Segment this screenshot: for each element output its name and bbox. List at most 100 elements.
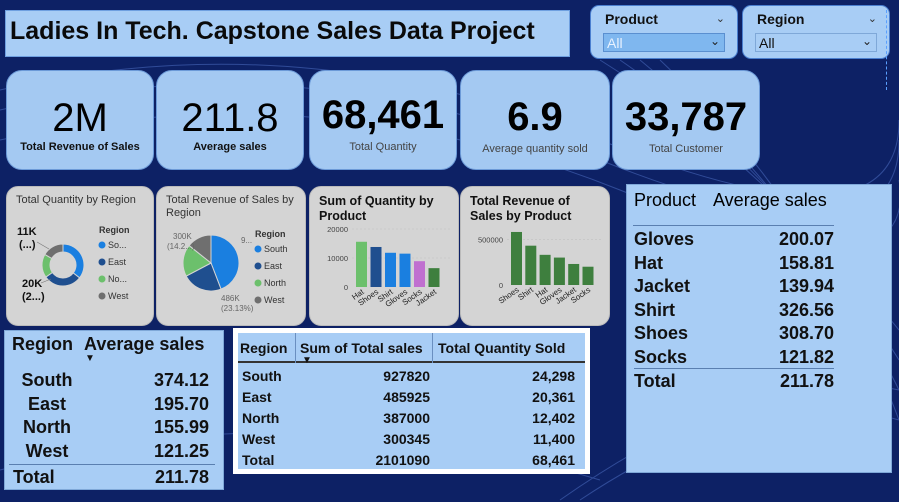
y-tick-label: 0 (344, 283, 348, 292)
bar-shoes (511, 231, 522, 285)
table-row[interactable]: Jacket 139.94 (634, 274, 834, 297)
chart-revenue-by-region[interactable]: Total Revenue of Sales by Region Region S… (156, 186, 306, 326)
kpi-average-sales[interactable]: 211.8 Average sales (156, 70, 304, 170)
bar-gloves (553, 257, 565, 285)
total-sales-value: 300345 (383, 431, 430, 447)
sort-desc-icon[interactable]: ▼ (302, 355, 312, 366)
average-sales-value: 211.78 (779, 371, 834, 391)
data-label: (2...) (22, 291, 45, 303)
average-sales-value: 200.07 (778, 229, 834, 249)
chart-quantity-by-region[interactable]: Total Quantity by Region Region So... East… (6, 186, 154, 326)
column-header-average-sales[interactable]: Average sales (713, 190, 827, 211)
table-row[interactable]: Gloves 200.07 (634, 227, 834, 250)
pie-chart[interactable]: Region South East North West 300K(14.2...) 9..… (157, 187, 307, 327)
region-slicer[interactable]: Region ⌄ All ⌄ (742, 5, 890, 59)
chevron-down-icon[interactable]: ⌄ (868, 12, 877, 25)
table-row[interactable]: Socks 121.82 (634, 345, 834, 368)
column-header-average-sales[interactable]: Average sales (84, 334, 204, 355)
table-row[interactable]: Shoes 308.70 (634, 321, 834, 344)
kpi-value: 6.9 (507, 95, 563, 139)
total-sales-value: 485925 (383, 389, 430, 405)
bar-chart[interactable]: 0500000ShoesShirtHatGlovesJacketSocks (461, 187, 611, 327)
legend-label: So... (108, 240, 127, 250)
chart-quantity-by-product[interactable]: Sum of Quantity by Product 0 10000 20000 Ha… (309, 186, 459, 326)
region-sales-table: Region Sum of Total sales ▼ Total Quanti… (233, 328, 590, 474)
average-sales-value: 308.70 (778, 323, 834, 343)
data-label: 486K (221, 294, 240, 303)
donut-chart[interactable]: Region So... East No... West 11K(...) 20K(2...… (7, 187, 155, 327)
table-total-row[interactable]: Total 211.78 (634, 368, 834, 391)
average-sales-value: 121.25 (153, 440, 209, 461)
column-header-quantity[interactable]: Total Quantity Sold (438, 340, 565, 356)
legend-title: Region (255, 229, 286, 239)
chart-revenue-by-product[interactable]: Total Revenue of Sales by Product 0 50000… (460, 186, 610, 326)
chevron-down-icon[interactable]: ⌄ (710, 34, 720, 48)
table-row[interactable]: West 121.25 (9, 439, 215, 462)
chevron-down-icon[interactable]: ⌄ (862, 34, 872, 48)
bar-jacket (428, 268, 440, 287)
kpi-total-revenue[interactable]: 2M Total Revenue of Sales (6, 70, 154, 170)
leader-line (36, 241, 50, 250)
table-row[interactable]: Shirt 326.56 (634, 298, 834, 321)
product-slicer-label: Product (605, 11, 658, 27)
bar-shirt (385, 252, 396, 287)
quantity-value: 12,402 (532, 410, 575, 426)
sort-desc-icon[interactable]: ▼ (85, 353, 95, 364)
legend-label: South (264, 244, 288, 254)
average-sales-value: 326.56 (778, 299, 834, 320)
data-label: (23.13%) (221, 304, 254, 313)
kpi-total-quantity[interactable]: 68,461 Total Quantity (309, 70, 457, 170)
column-header-region[interactable]: Region (12, 334, 73, 355)
page-title: Ladies In Tech. Capstone Sales Data Proj… (10, 17, 535, 45)
column-header-region[interactable]: Region (240, 340, 287, 356)
column-header-total-sales[interactable]: Sum of Total sales (300, 340, 423, 356)
average-sales-value: 158.81 (778, 252, 834, 273)
bar-chart[interactable]: 01000020000HatShoesShirtGlovesSocksJacke… (310, 187, 460, 327)
legend-marker (98, 275, 106, 283)
chevron-down-icon[interactable]: ⌄ (716, 12, 725, 25)
table-row[interactable]: South 927820 24,298 (238, 366, 585, 387)
y-tick-label: 10000 (327, 254, 348, 263)
product-slicer-dropdown[interactable]: All ⌄ (603, 33, 725, 52)
product-name: Socks (634, 346, 688, 367)
kpi-value: 2M (52, 96, 108, 140)
kpi-label: Average quantity sold (482, 143, 588, 155)
y-tick-label: 20000 (327, 225, 348, 234)
table-row[interactable]: South 374.12 (9, 368, 215, 391)
column-divider (295, 333, 296, 363)
table-row[interactable]: Hat 158.81 (634, 251, 834, 274)
total-sales-value: 927820 (383, 368, 430, 384)
data-label: 11K (17, 226, 37, 238)
table-total-row[interactable]: Total 2101090 68,461 (238, 450, 585, 471)
average-sales-value: 211.78 (154, 467, 209, 487)
total-sales-value: 2101090 (375, 452, 430, 468)
table-row[interactable]: North 387000 12,402 (238, 408, 585, 429)
table-row[interactable]: East 195.70 (9, 392, 215, 415)
legend-marker (98, 241, 106, 249)
region-slicer-dropdown[interactable]: All ⌄ (755, 33, 877, 52)
average-sales-value: 155.99 (153, 417, 209, 437)
table-row[interactable]: West 300345 11,400 (238, 429, 585, 450)
table-header: Region Sum of Total sales ▼ Total Quanti… (238, 333, 585, 366)
total-sales-value: 387000 (383, 410, 430, 426)
product-name: Jacket (634, 276, 691, 296)
bar-shirt (525, 245, 537, 285)
kpi-total-customer[interactable]: 33,787 Total Customer (612, 70, 760, 170)
kpi-average-quantity[interactable]: 6.9 Average quantity sold (460, 70, 610, 170)
quantity-value: 11,400 (532, 431, 575, 447)
kpi-label: Total Quantity (349, 141, 417, 153)
quantity-value: 68,461 (532, 452, 575, 468)
product-slicer[interactable]: Product ⌄ All ⌄ (590, 5, 738, 59)
dashboard-title-box: Ladies In Tech. Capstone Sales Data Proj… (5, 10, 570, 57)
table-row[interactable]: East 485925 20,361 (238, 387, 585, 408)
table-row[interactable]: North 155.99 (9, 415, 215, 438)
quantity-value: 24,298 (532, 368, 575, 384)
data-label: (...) (19, 239, 36, 251)
legend-marker (254, 262, 262, 270)
kpi-label: Total Revenue of Sales (20, 141, 140, 153)
column-header-product[interactable]: Product (634, 190, 696, 211)
product-name: Shirt (634, 299, 676, 320)
region-name: West (242, 431, 276, 447)
table-total-row[interactable]: Total 211.78 (9, 464, 215, 487)
bar-socks (582, 266, 594, 285)
